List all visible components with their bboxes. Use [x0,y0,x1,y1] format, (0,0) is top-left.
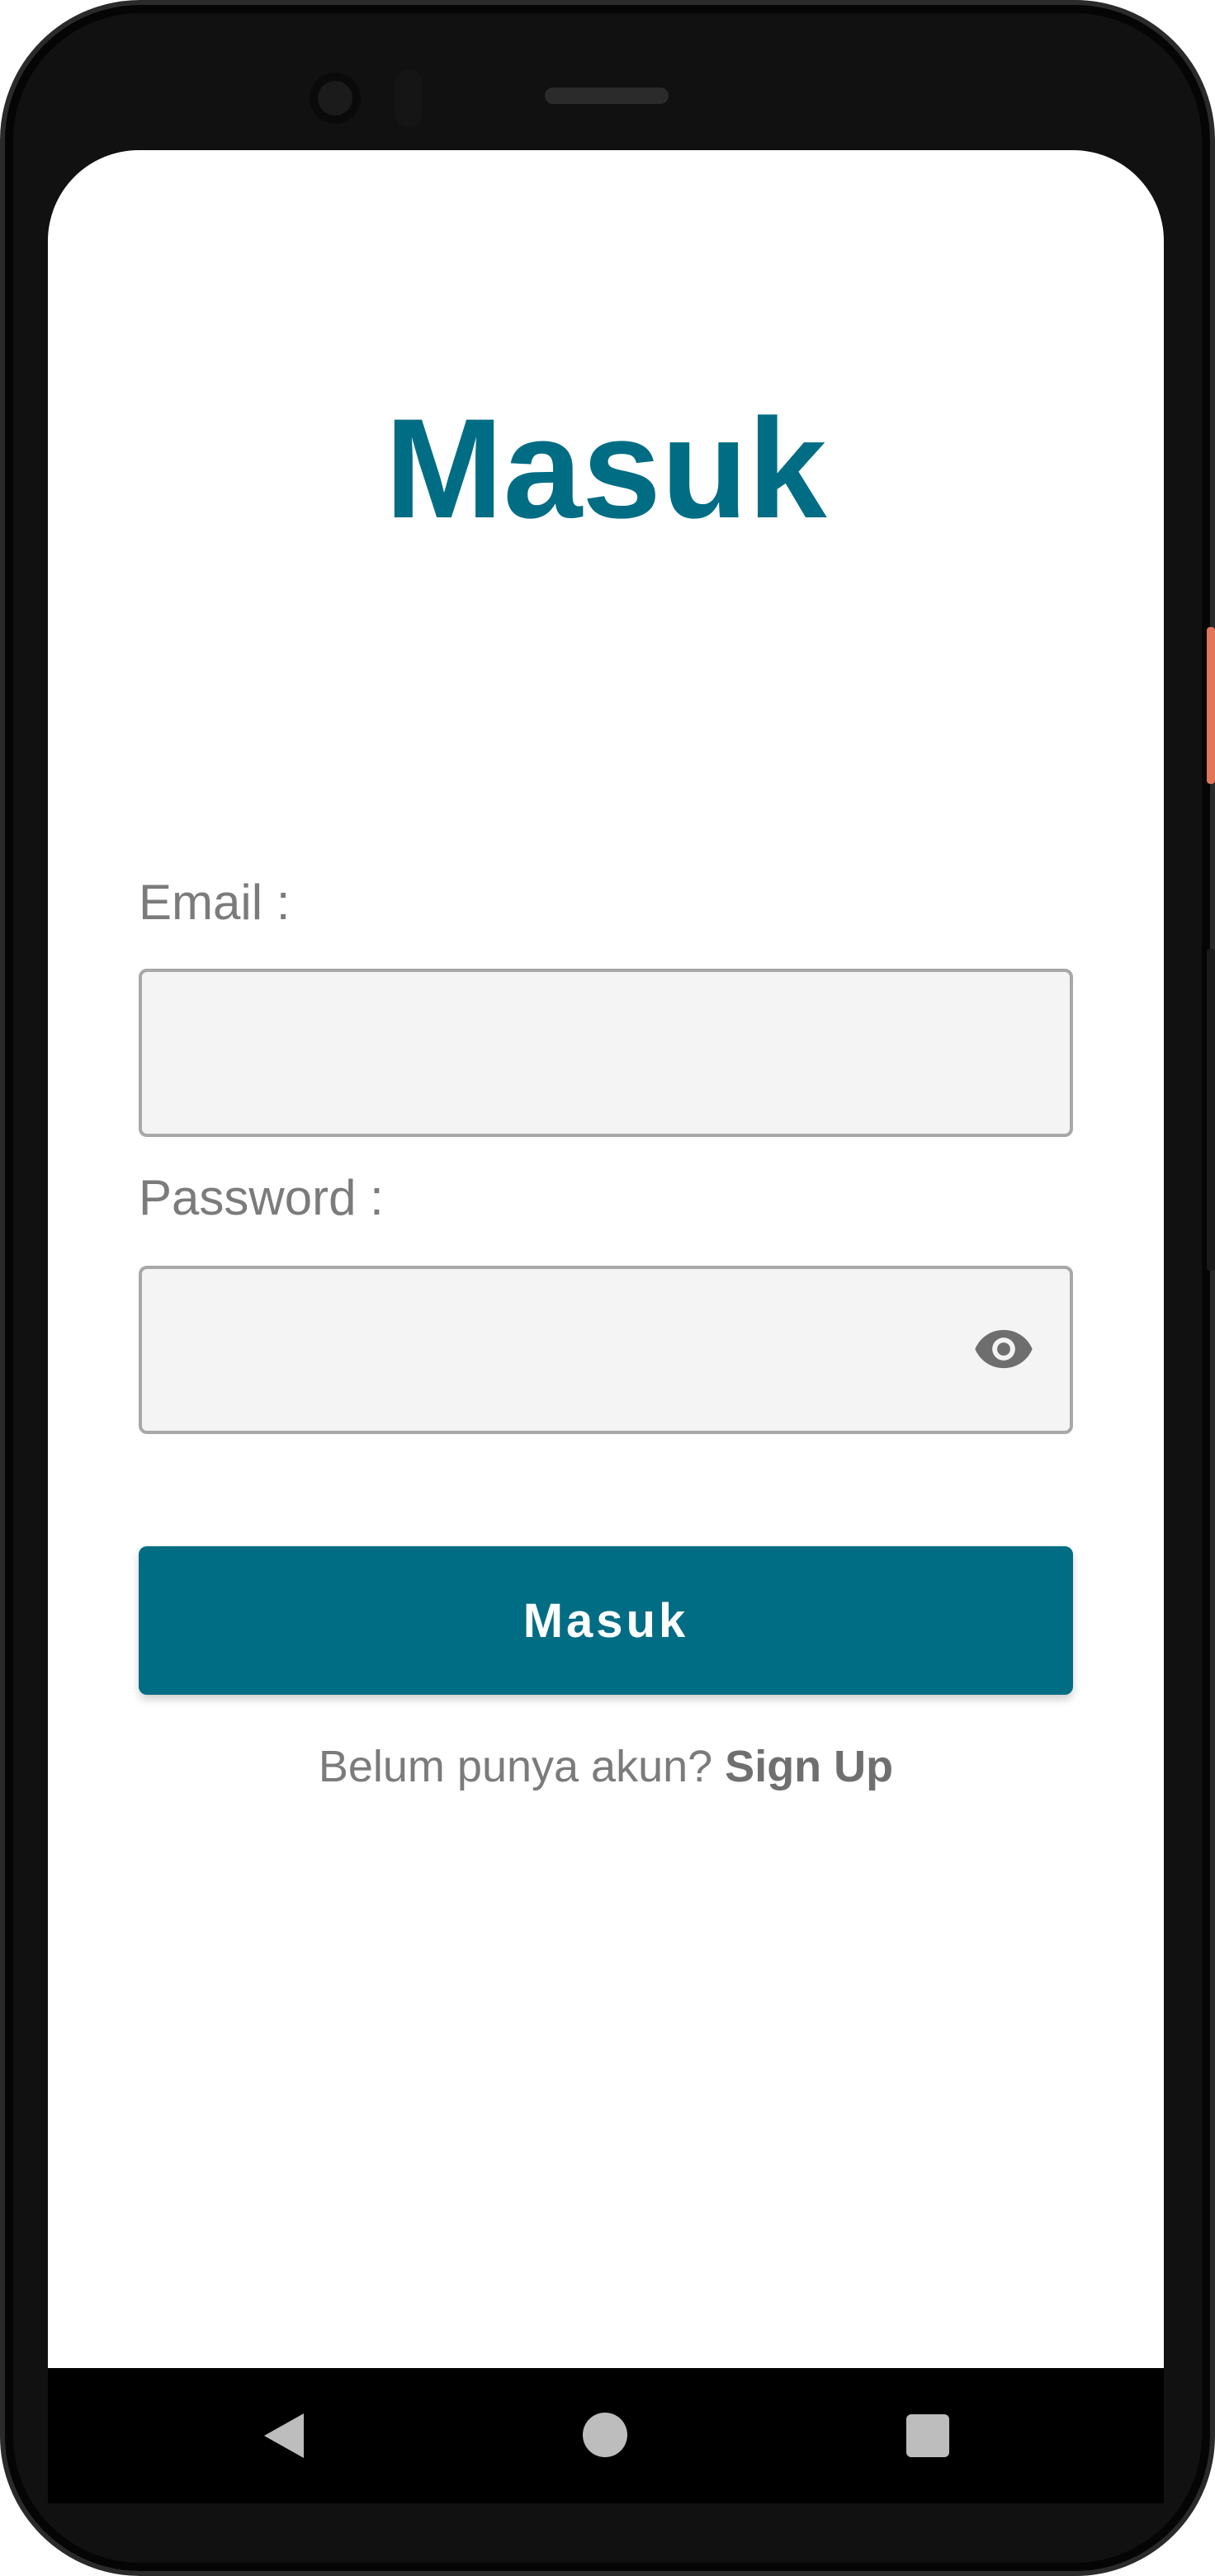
email-label: Email : [139,875,291,930]
proximity-sensor [395,69,423,127]
recents-square-icon[interactable] [906,2414,949,2457]
login-button[interactable]: Masuk [139,1546,1073,1695]
volume-button [1207,949,1215,1271]
front-camera [310,73,361,124]
home-circle-icon[interactable] [583,2413,627,2457]
signup-prompt: Belum punya akun? Sign Up [48,1744,1164,1789]
signup-link[interactable]: Sign Up [725,1742,893,1791]
system-navigation-bar [48,2368,1164,2503]
password-label: Password : [139,1170,384,1225]
back-triangle-icon[interactable] [259,2411,309,2460]
email-field[interactable] [139,969,1073,1137]
power-button [1207,627,1215,784]
eye-icon[interactable] [971,1322,1037,1376]
page-title: Masuk [385,389,827,548]
earpiece-speaker [545,87,669,104]
app-screen: Masuk Email : Password : Masuk Belum pun… [48,150,1164,2368]
password-field[interactable] [139,1266,1073,1434]
signup-prompt-text: Belum punya akun? [318,1742,726,1791]
